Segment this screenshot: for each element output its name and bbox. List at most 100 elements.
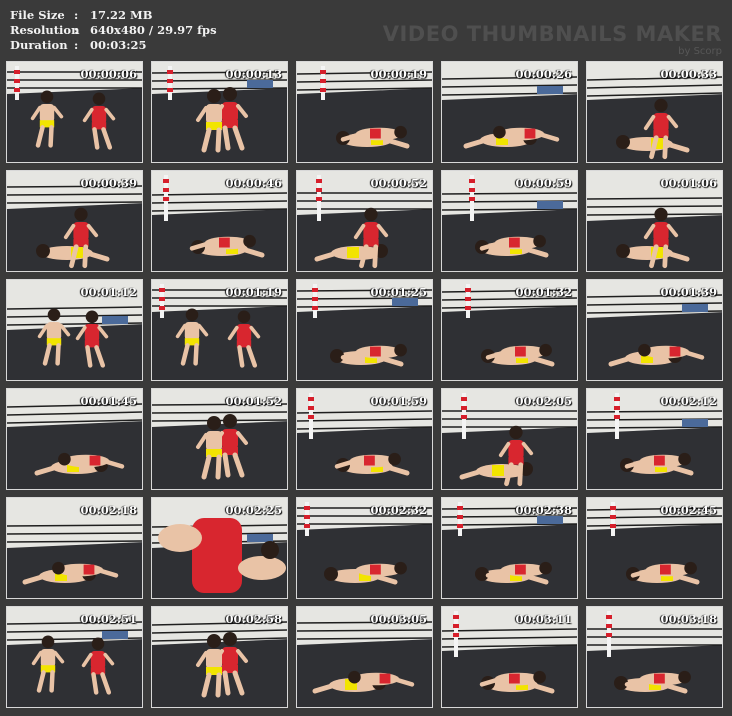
bench bbox=[537, 86, 563, 94]
corner-pad bbox=[320, 88, 326, 92]
corner-pad bbox=[308, 397, 314, 401]
corner-pad bbox=[614, 397, 620, 401]
thumbnail-timestamp: 00:02:38 bbox=[515, 503, 572, 517]
thumbnail-timestamp: 00:01:32 bbox=[515, 285, 572, 299]
thumbnail-timestamp: 00:02:45 bbox=[660, 503, 717, 517]
video-thumbnail[interactable]: 00:01:12 bbox=[6, 279, 143, 381]
corner-pad bbox=[320, 79, 326, 83]
video-thumbnail[interactable]: 00:01:06 bbox=[586, 170, 723, 272]
video-thumbnail[interactable]: 00:02:05 bbox=[441, 388, 578, 490]
video-thumbnail[interactable]: 00:03:11 bbox=[441, 606, 578, 708]
thumbnail-timestamp: 00:02:25 bbox=[225, 503, 282, 517]
corner-pad bbox=[457, 515, 463, 519]
video-thumbnail[interactable]: 00:02:45 bbox=[586, 497, 723, 599]
ring-mat bbox=[442, 524, 577, 598]
ring-rope bbox=[587, 426, 722, 429]
thumbnail-timestamp: 00:03:18 bbox=[660, 612, 717, 626]
corner-pad bbox=[465, 288, 471, 292]
corner-pad bbox=[614, 415, 620, 419]
video-thumbnail[interactable]: 00:01:59 bbox=[296, 388, 433, 490]
thumbnail-timestamp: 00:03:11 bbox=[515, 612, 572, 626]
video-thumbnail[interactable]: 00:03:05 bbox=[296, 606, 433, 708]
ring-mat bbox=[442, 306, 577, 380]
bench bbox=[247, 534, 273, 542]
video-thumbnail[interactable]: 00:00:13 bbox=[151, 61, 288, 163]
ring-mat bbox=[297, 306, 432, 380]
thumbnail-timestamp: 00:02:05 bbox=[515, 394, 572, 408]
corner-pad bbox=[606, 633, 612, 637]
corner-pad bbox=[453, 615, 459, 619]
ring-mat bbox=[587, 524, 722, 598]
video-thumbnail[interactable]: 00:00:06 bbox=[6, 61, 143, 163]
video-thumbnail[interactable]: 00:02:58 bbox=[151, 606, 288, 708]
corner-pad bbox=[453, 633, 459, 637]
video-thumbnail[interactable]: 00:01:25 bbox=[296, 279, 433, 381]
brand-subtitle: by Scorp bbox=[678, 46, 722, 57]
video-thumbnail[interactable]: 00:00:39 bbox=[6, 170, 143, 272]
corner-pad bbox=[304, 506, 310, 510]
video-thumbnail[interactable]: 00:02:51 bbox=[6, 606, 143, 708]
video-thumbnail[interactable]: 00:00:46 bbox=[151, 170, 288, 272]
thumbnail-timestamp: 00:01:12 bbox=[80, 285, 137, 299]
ring-mat bbox=[152, 306, 287, 380]
thumbnail-timestamp: 00:01:45 bbox=[80, 394, 137, 408]
corner-pad bbox=[167, 70, 173, 74]
corner-pad bbox=[461, 397, 467, 401]
thumbnail-timestamp: 00:02:18 bbox=[80, 503, 137, 517]
video-thumbnail[interactable]: 00:02:25 bbox=[151, 497, 288, 599]
video-thumbnail[interactable]: 00:00:52 bbox=[296, 170, 433, 272]
video-thumbnail[interactable]: 00:01:39 bbox=[586, 279, 723, 381]
bench bbox=[682, 304, 708, 312]
ring-rope bbox=[587, 197, 722, 200]
corner-pad bbox=[167, 88, 173, 92]
corner-pad bbox=[163, 179, 169, 183]
video-thumbnail[interactable]: 00:02:38 bbox=[441, 497, 578, 599]
video-thumbnail[interactable]: 00:01:32 bbox=[441, 279, 578, 381]
info-separator: : bbox=[74, 8, 79, 22]
video-thumbnail[interactable]: 00:00:19 bbox=[296, 61, 433, 163]
video-thumbnail[interactable]: 00:02:32 bbox=[296, 497, 433, 599]
video-thumbnail[interactable]: 00:01:19 bbox=[151, 279, 288, 381]
video-thumbnail[interactable]: 00:02:12 bbox=[586, 388, 723, 490]
thumbnail-timestamp: 00:00:59 bbox=[515, 176, 572, 190]
corner-pad bbox=[465, 306, 471, 310]
ring-rope bbox=[7, 532, 142, 535]
corner-pad bbox=[304, 524, 310, 528]
corner-pad bbox=[461, 406, 467, 410]
file-info: File Size : 17.22 MB Resolution : 640x48… bbox=[10, 8, 217, 53]
bench bbox=[392, 298, 418, 306]
info-row-resolution: Resolution : 640x480 / 29.97 fps bbox=[10, 23, 217, 38]
video-thumbnail[interactable]: 00:00:33 bbox=[586, 61, 723, 163]
corner-pad bbox=[312, 297, 318, 301]
info-row-file-size: File Size : 17.22 MB bbox=[10, 8, 217, 23]
corner-pad bbox=[606, 624, 612, 628]
ring-rope bbox=[587, 410, 722, 413]
corner-pad bbox=[167, 79, 173, 83]
corner-pad bbox=[163, 197, 169, 201]
corner-pad bbox=[14, 70, 20, 74]
corner-pad bbox=[14, 88, 20, 92]
ring-rope bbox=[7, 540, 142, 543]
ring-rope bbox=[7, 193, 142, 196]
corner-pad bbox=[610, 515, 616, 519]
corner-pad bbox=[316, 179, 322, 183]
video-thumbnail[interactable]: 00:03:18 bbox=[586, 606, 723, 708]
info-value: 00:03:25 bbox=[90, 38, 147, 52]
video-thumbnail[interactable]: 00:01:52 bbox=[151, 388, 288, 490]
corner-pad bbox=[14, 79, 20, 83]
header: File Size : 17.22 MB Resolution : 640x48… bbox=[0, 0, 732, 58]
corner-pad bbox=[610, 524, 616, 528]
thumbnail-timestamp: 00:00:52 bbox=[370, 176, 427, 190]
bench bbox=[537, 201, 563, 209]
bench bbox=[682, 419, 708, 427]
video-thumbnail[interactable]: 00:00:59 bbox=[441, 170, 578, 272]
corner-pad bbox=[163, 188, 169, 192]
video-thumbnail[interactable]: 00:01:45 bbox=[6, 388, 143, 490]
corner-pad bbox=[159, 288, 165, 292]
ring-rope bbox=[152, 411, 287, 414]
thumbnail-timestamp: 00:01:06 bbox=[660, 176, 717, 190]
corner-pad bbox=[453, 624, 459, 628]
video-thumbnail[interactable]: 00:02:18 bbox=[6, 497, 143, 599]
video-thumbnail[interactable]: 00:00:26 bbox=[441, 61, 578, 163]
thumbnail-timestamp: 00:03:05 bbox=[370, 612, 427, 626]
